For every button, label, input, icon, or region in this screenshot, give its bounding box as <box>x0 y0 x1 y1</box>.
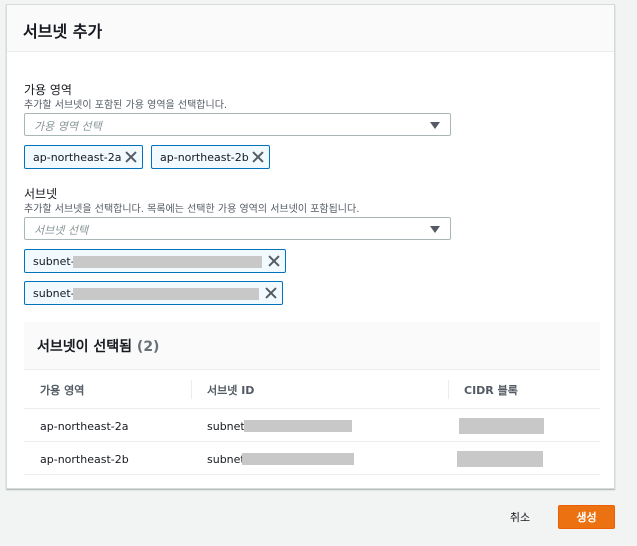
selected-subnets-title: 서브넷이 선택됨 <box>37 339 133 355</box>
column-header-az: 가용 영역 <box>40 384 85 397</box>
row-subnet-id: subnet- <box>207 420 249 433</box>
caret-down-icon <box>430 122 440 129</box>
subnet-select-placeholder: 서브넷 선택 <box>34 224 89 237</box>
az-select[interactable]: 가용 영역 선택 <box>24 113 451 136</box>
panel-title: 서브넷 추가 <box>23 22 103 41</box>
subnet-token-label: subnet- <box>33 255 75 268</box>
az-description: 추가할 서브넷이 포함된 가용 영역을 선택합니다. <box>24 100 228 111</box>
redacted-subnet-id <box>73 288 259 300</box>
close-icon[interactable] <box>125 151 137 163</box>
az-token: ap-northeast-2a <box>24 145 143 169</box>
create-button[interactable]: 생성 <box>558 505 615 529</box>
redacted-subnet-id <box>242 453 354 465</box>
az-token: ap-northeast-2b <box>151 145 270 169</box>
selected-count: (2) <box>136 339 160 355</box>
close-icon[interactable] <box>265 287 277 299</box>
selected-subnets-header: 서브넷이 선택됨 (2) <box>24 322 600 370</box>
subnet-description: 추가할 서브넷을 선택합니다. 목록에는 선택한 가용 영역의 서브넷이 포함됩… <box>24 204 360 215</box>
table-row: ap-northeast-2a subnet- <box>24 410 600 442</box>
column-header-cidr: CIDR 블록 <box>464 384 518 397</box>
redacted-subnet-id <box>73 256 262 268</box>
column-header-subnet-id: 서브넷 ID <box>207 384 255 397</box>
az-token-label: ap-northeast-2b <box>160 151 249 164</box>
panel-header: 서브넷 추가 <box>7 5 614 52</box>
row-az: ap-northeast-2b <box>40 453 129 466</box>
table-row: ap-northeast-2b subnet- <box>24 443 600 475</box>
redacted-cidr-block <box>459 418 544 434</box>
close-icon[interactable] <box>268 255 280 267</box>
add-subnets-panel: 서브넷 추가 가용 영역 추가할 서브넷이 포함된 가용 영역을 선택합니다. … <box>6 4 615 489</box>
redacted-cidr-block <box>457 451 543 467</box>
caret-down-icon <box>430 226 440 233</box>
column-divider <box>448 380 449 399</box>
row-az: ap-northeast-2a <box>40 420 129 433</box>
table-header-row: 가용 영역 서브넷 ID CIDR 블록 <box>24 370 600 409</box>
selected-subnets-table: 서브넷이 선택됨 (2) 가용 영역 서브넷 ID CIDR 블록 ap-nor… <box>24 322 600 475</box>
subnet-token: subnet- <box>24 281 283 305</box>
close-icon[interactable] <box>252 151 264 163</box>
az-token-label: ap-northeast-2a <box>33 151 122 164</box>
subnet-token: subnet- <box>24 249 286 273</box>
column-divider <box>191 380 192 399</box>
cancel-button[interactable]: 취소 <box>499 505 541 529</box>
subnet-select[interactable]: 서브넷 선택 <box>24 217 451 240</box>
subnet-token-label: subnet- <box>33 287 75 300</box>
az-select-placeholder: 가용 영역 선택 <box>34 120 102 133</box>
redacted-subnet-id <box>244 420 352 432</box>
